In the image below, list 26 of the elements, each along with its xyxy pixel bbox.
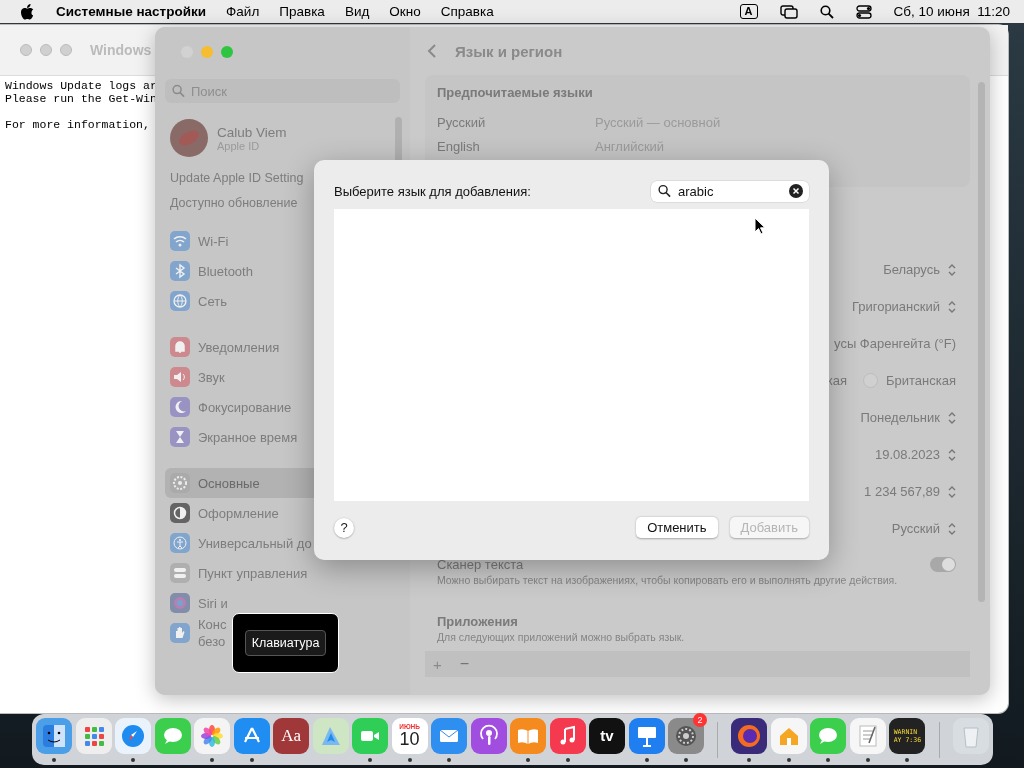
terminal-line: For more information, (5, 118, 150, 131)
sidebar-label: Сеть (198, 293, 227, 309)
terminal-line: Windows Update logs ar (5, 79, 157, 92)
sidebar-label: Экранное время (198, 429, 298, 445)
language-name: English (437, 138, 481, 154)
section-heading: Приложения (437, 614, 519, 629)
setting-title: Сканер текста (437, 557, 525, 572)
sidebar-label: Фокусирование (198, 399, 292, 415)
language-name: Русский (437, 114, 487, 130)
section-heading: Предпочитаемые языки (437, 85, 594, 100)
sidebar-label: безо (198, 633, 227, 650)
sidebar-label: Конс (198, 616, 227, 633)
sidebar-label: Уведомления (198, 339, 280, 355)
sidebar-label: Пункт управления (198, 565, 308, 581)
sidebar-label: Основные (198, 475, 260, 491)
sidebar-label: Wi-Fi (198, 233, 229, 249)
sidebar-label: Siri и (198, 595, 228, 611)
sidebar-label: Оформление (198, 505, 279, 521)
sidebar-label: Звук (198, 369, 225, 385)
setting-description: Можно выбирать текст на изображениях, чтобы копировать его и выполнять другие действия. (437, 574, 898, 586)
setting-value: усы Фаренгейта (°F) (834, 336, 956, 351)
sidebar-label: Bluetooth (198, 263, 253, 279)
page-title: Язык и регион (455, 42, 563, 60)
section-description: Для следующих приложений можно выбрать язык. (437, 631, 686, 643)
sidebar-label: Универсальный до (198, 535, 312, 551)
dialog-prompt: Выберите язык для добавления: (334, 183, 531, 199)
